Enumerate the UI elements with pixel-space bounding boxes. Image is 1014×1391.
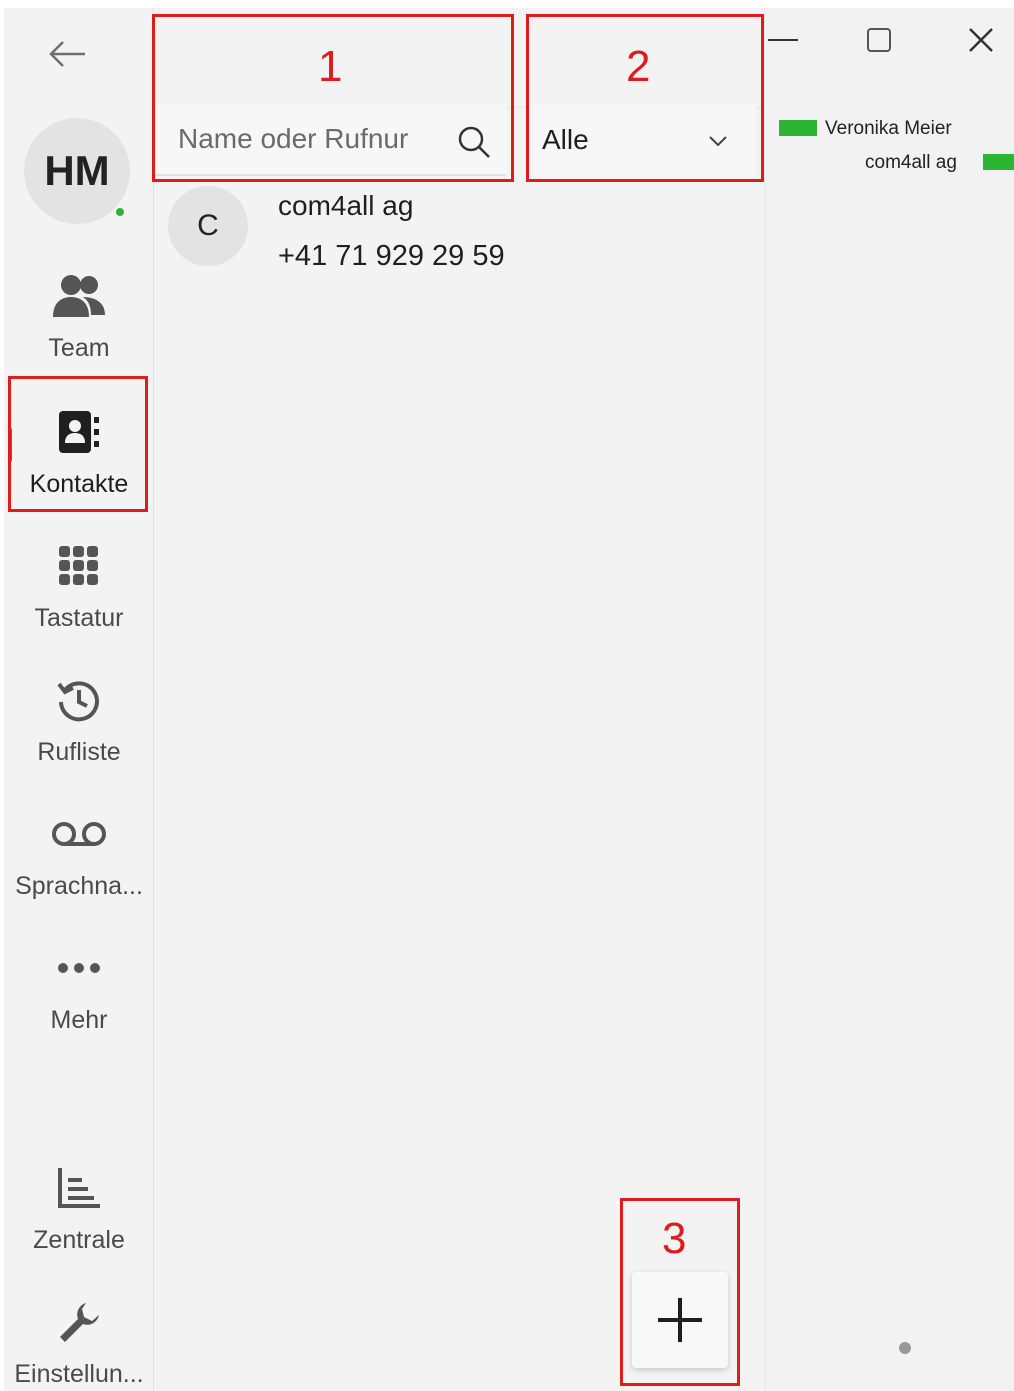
contact-phone: +41 71 929 29 59 bbox=[278, 240, 505, 272]
bar-chart-icon bbox=[49, 1158, 109, 1218]
minimize-icon bbox=[768, 39, 798, 41]
minimize-button[interactable] bbox=[759, 16, 807, 64]
callout-box-kontakte bbox=[8, 376, 148, 512]
list-item[interactable]: C com4all ag +41 71 929 29 59 bbox=[160, 182, 750, 282]
presence-status-bar bbox=[983, 154, 1014, 170]
sidebar-item-label: Zentrale bbox=[33, 1226, 125, 1254]
presence-status-bar bbox=[779, 120, 817, 136]
history-icon bbox=[49, 670, 109, 730]
right-panel: Veronika Meier com4all ag bbox=[764, 8, 1014, 1391]
people-icon bbox=[49, 266, 109, 326]
sidebar-item-label: Rufliste bbox=[37, 738, 121, 766]
callout-number-3: 3 bbox=[662, 1214, 687, 1263]
sidebar-item-mehr[interactable]: Mehr bbox=[4, 920, 154, 1044]
avatar-initials: HM bbox=[44, 147, 110, 194]
wrench-icon bbox=[49, 1292, 109, 1352]
callout-number-2: 2 bbox=[626, 42, 651, 91]
contact-name: com4all ag bbox=[278, 190, 414, 221]
sidebar-item-rufliste[interactable]: Rufliste bbox=[4, 652, 154, 776]
sidebar: HM Team Kontakte Tastatur Rufliste Sprac… bbox=[4, 8, 154, 1391]
maximize-icon bbox=[867, 28, 891, 52]
sidebar-item-tastatur[interactable]: Tastatur bbox=[4, 518, 154, 642]
contact-initial: C bbox=[197, 209, 219, 242]
sidebar-item-label: Einstellun... bbox=[14, 1360, 144, 1388]
sidebar-item-team[interactable]: Team bbox=[4, 248, 154, 372]
arrow-left-icon bbox=[49, 41, 85, 67]
presence-indicator bbox=[114, 206, 126, 218]
status-line-company: com4all ag bbox=[865, 152, 957, 173]
sidebar-item-label: Sprachna... bbox=[15, 872, 143, 900]
close-icon bbox=[969, 28, 993, 52]
callout-box-2 bbox=[526, 14, 764, 182]
maximize-button[interactable] bbox=[855, 16, 903, 64]
contact-avatar: C bbox=[168, 186, 248, 266]
callout-number-1: 1 bbox=[318, 42, 343, 91]
sidebar-item-label: Mehr bbox=[50, 1006, 108, 1034]
scroll-indicator-dot bbox=[899, 1342, 911, 1354]
sidebar-item-sprachnachrichten[interactable]: Sprachna... bbox=[4, 786, 154, 910]
sidebar-item-label: Team bbox=[48, 334, 110, 362]
sidebar-item-label: Tastatur bbox=[34, 604, 124, 632]
status-line-name: Veronika Meier bbox=[825, 118, 952, 139]
sidebar-item-einstellungen[interactable]: Einstellun... bbox=[4, 1274, 154, 1391]
callout-box-1 bbox=[152, 14, 514, 182]
sidebar-item-zentrale[interactable]: Zentrale bbox=[4, 1140, 154, 1264]
close-button[interactable] bbox=[957, 16, 1005, 64]
back-button[interactable] bbox=[44, 34, 90, 74]
dialpad-icon bbox=[49, 536, 109, 596]
more-dots-icon bbox=[49, 938, 109, 998]
voicemail-icon bbox=[49, 804, 109, 864]
